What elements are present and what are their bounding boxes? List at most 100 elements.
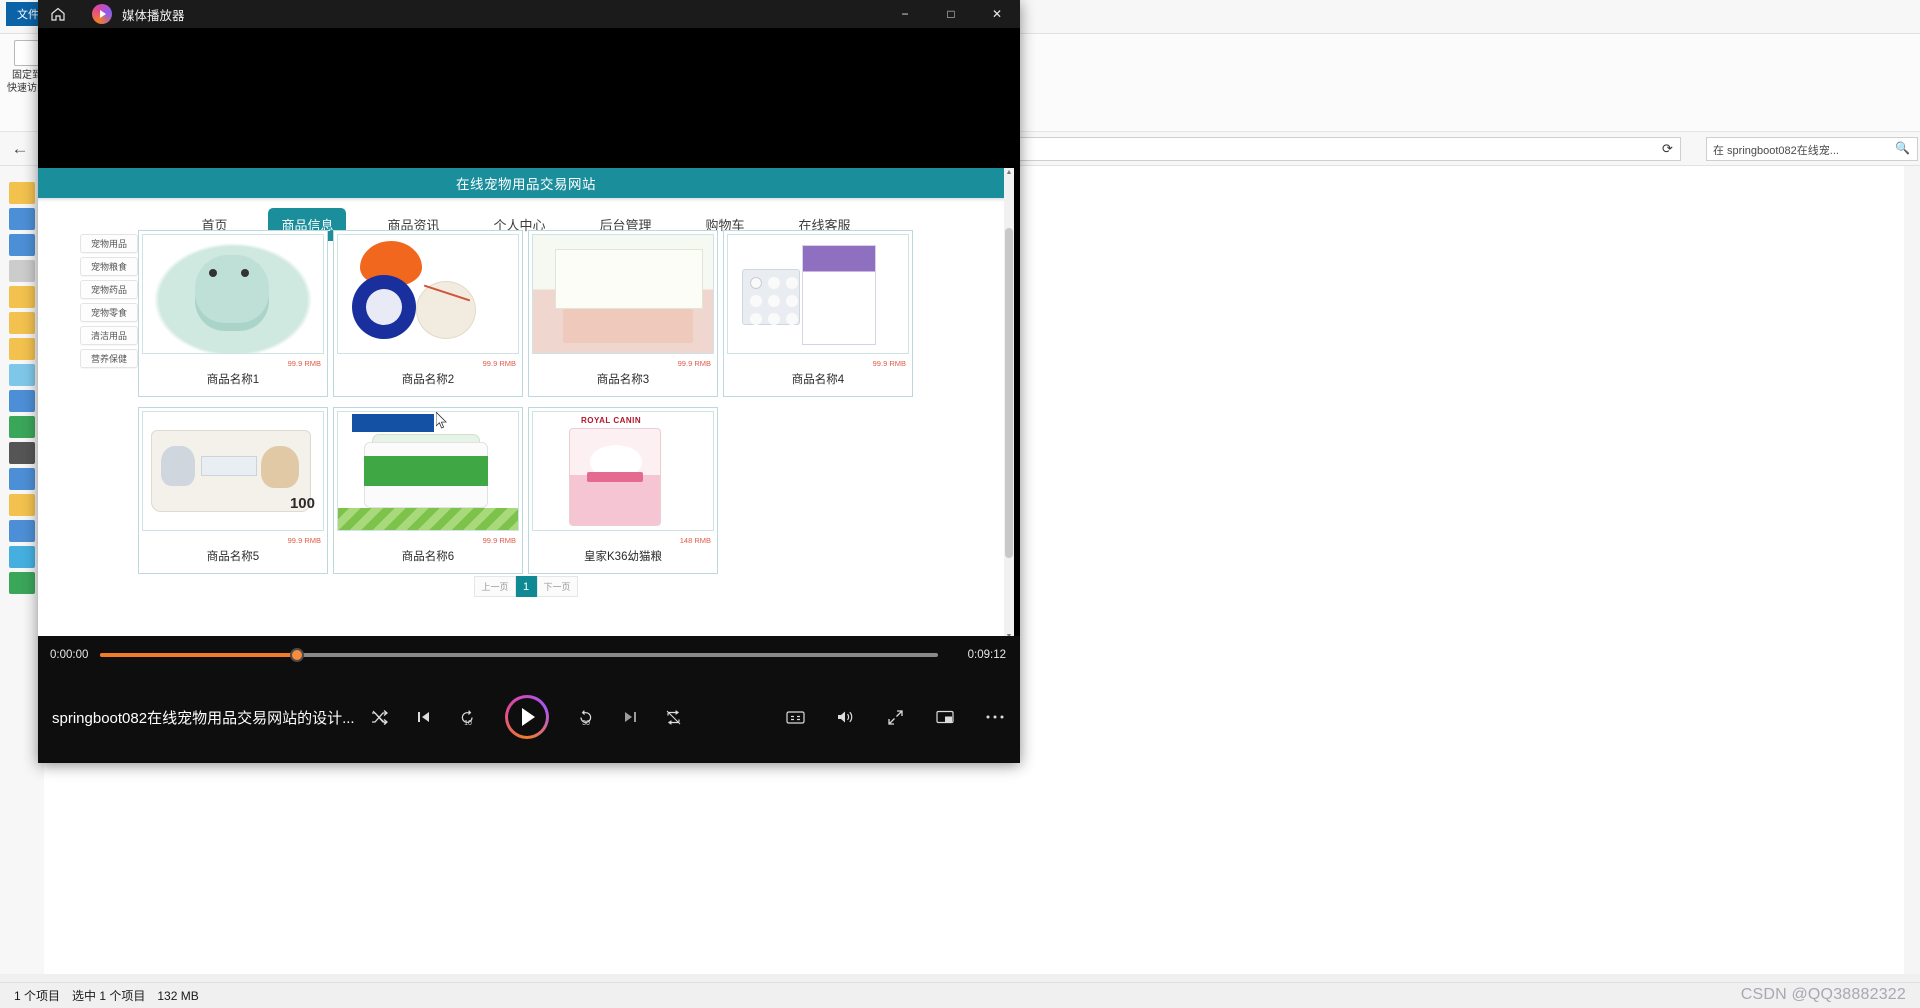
product-name: 商品名称3 [529, 368, 717, 396]
category-item-2[interactable]: 宠物药品 [80, 280, 138, 299]
search-icon: 🔍 [1895, 141, 1915, 155]
nav-icon[interactable] [9, 286, 35, 308]
nav-icon[interactable] [9, 546, 35, 568]
refresh-icon[interactable]: ⟳ [1655, 137, 1681, 161]
product-card[interactable]: 99.9 RMB 商品名称6 [333, 407, 523, 574]
product-name: 商品名称2 [334, 368, 522, 396]
product-image [337, 411, 519, 531]
product-name: 商品名称5 [139, 545, 327, 573]
fullscreen-icon[interactable] [884, 706, 906, 728]
product-image [142, 234, 324, 354]
product-price: 148 RMB [529, 534, 717, 545]
product-card[interactable]: 99.9 RMB 商品名称3 [528, 230, 718, 397]
maximize-button[interactable]: □ [928, 0, 974, 28]
total-time: 0:09:12 [968, 649, 1006, 661]
page-scrollbar[interactable]: ▲ ▼ [1004, 168, 1014, 636]
forward-30-icon[interactable]: 30 [575, 706, 597, 728]
nav-icon[interactable] [9, 312, 35, 334]
shuffle-icon[interactable] [369, 706, 391, 728]
product-price: 99.9 RMB [139, 357, 327, 368]
status-size: 132 MB [157, 989, 198, 1003]
category-item-5[interactable]: 营养保健 [80, 349, 138, 368]
nav-icon[interactable] [9, 234, 35, 256]
products-section: 宠物用品 宠物粮食 宠物药品 宠物零食 清洁用品 营养保健 99.9 RMB 商… [38, 246, 1014, 636]
close-button[interactable]: ✕ [974, 0, 1020, 28]
more-options-icon[interactable] [984, 706, 1006, 728]
scroll-up-icon[interactable]: ▲ [1004, 168, 1014, 178]
nav-icon[interactable] [9, 338, 35, 360]
play-button[interactable] [505, 695, 549, 739]
product-image [532, 234, 714, 354]
product-card[interactable]: 99.9 RMB 商品名称2 [333, 230, 523, 397]
product-card[interactable]: 99.9 RMB 商品名称1 [138, 230, 328, 397]
product-price: 99.9 RMB [529, 357, 717, 368]
explorer-scrollbar[interactable] [1904, 166, 1920, 974]
nav-icon[interactable] [9, 442, 35, 464]
seek-slider[interactable] [100, 653, 938, 657]
product-price: 99.9 RMB [334, 534, 522, 545]
nav-icon[interactable] [9, 494, 35, 516]
nav-icon[interactable] [9, 520, 35, 542]
seek-handle[interactable] [290, 648, 304, 662]
status-selected-count: 选中 1 个项目 [72, 987, 145, 1004]
product-image: ROYAL CANIN [532, 411, 714, 531]
category-item-1[interactable]: 宠物粮食 [80, 257, 138, 276]
repeat-off-icon[interactable] [663, 706, 685, 728]
scrollbar-thumb[interactable] [1005, 228, 1013, 558]
category-item-4[interactable]: 清洁用品 [80, 326, 138, 345]
secondary-controls [784, 706, 1006, 728]
product-image [727, 234, 909, 354]
product-grid: 99.9 RMB 商品名称1 99.9 RMB 商品名称2 [138, 230, 938, 584]
product-card[interactable]: 100 99.9 RMB 商品名称5 [138, 407, 328, 574]
pagination: 上一页 1 下一页 [38, 576, 1014, 597]
nav-icon[interactable] [9, 208, 35, 230]
back-arrow-icon[interactable]: ← [8, 138, 32, 160]
search-input[interactable]: 在 springboot082在线宠... [1706, 137, 1918, 161]
current-time: 0:00:00 [50, 649, 102, 661]
playback-buttons: 10 30 [369, 695, 685, 739]
seek-progress [100, 653, 297, 657]
category-item-0[interactable]: 宠物用品 [80, 234, 138, 253]
product-name: 商品名称1 [139, 368, 327, 396]
nav-icon[interactable] [9, 364, 35, 386]
volume-icon[interactable] [834, 706, 856, 728]
pin-icon [14, 40, 40, 66]
home-icon[interactable] [38, 0, 78, 28]
category-item-3[interactable]: 宠物零食 [80, 303, 138, 322]
minimize-button[interactable]: − [882, 0, 928, 28]
product-card[interactable]: ROYAL CANIN 148 RMB 皇家K36幼猫粮 [528, 407, 718, 574]
next-track-icon[interactable] [619, 706, 641, 728]
previous-track-icon[interactable] [413, 706, 435, 728]
rewind-10-icon[interactable]: 10 [457, 706, 479, 728]
nav-icon[interactable] [9, 416, 35, 438]
play-icon [522, 708, 535, 726]
mini-player-icon[interactable] [934, 706, 956, 728]
product-price: 99.9 RMB [139, 534, 327, 545]
product-image [337, 234, 519, 354]
player-title: 媒体播放器 [122, 5, 185, 24]
web-page-content: 在线宠物用品交易网站 首页 商品信息 商品资讯 个人中心 后台管理 购物车 在线… [38, 168, 1014, 636]
mouse-cursor [436, 412, 447, 429]
product-row: 100 99.9 RMB 商品名称5 99.9 RMB 商品名称6 [138, 407, 938, 584]
product-card[interactable]: 99.9 RMB 商品名称4 [723, 230, 913, 397]
pagination-prev[interactable]: 上一页 [474, 576, 515, 597]
nav-icon[interactable] [9, 468, 35, 490]
nav-icon[interactable] [9, 182, 35, 204]
forward-seconds-label: 30 [582, 720, 590, 727]
explorer-status-bar: 1 个项目 选中 1 个项目 132 MB [0, 982, 1920, 1008]
captions-icon[interactable] [784, 706, 806, 728]
product-image: 100 [142, 411, 324, 531]
nav-icon[interactable] [9, 572, 35, 594]
product-name: 商品名称4 [724, 368, 912, 396]
nav-icon[interactable] [9, 390, 35, 412]
product-price: 99.9 RMB [334, 357, 522, 368]
player-title-bar: 媒体播放器 − □ ✕ [38, 0, 1020, 28]
media-player-window: 媒体播放器 − □ ✕ 在线宠物用品交易网站 首页 商品信息 商品资讯 个人中心… [38, 0, 1020, 763]
watermark: CSDN @QQ38882322 [1741, 986, 1906, 1004]
pagination-page-1[interactable]: 1 [516, 576, 537, 597]
nav-icon[interactable] [9, 260, 35, 282]
pagination-next[interactable]: 下一页 [537, 576, 578, 597]
window-controls: − □ ✕ [882, 0, 1020, 28]
video-surface[interactable]: 在线宠物用品交易网站 首页 商品信息 商品资讯 个人中心 后台管理 购物车 在线… [38, 28, 1020, 636]
rewind-seconds-label: 10 [464, 720, 472, 727]
